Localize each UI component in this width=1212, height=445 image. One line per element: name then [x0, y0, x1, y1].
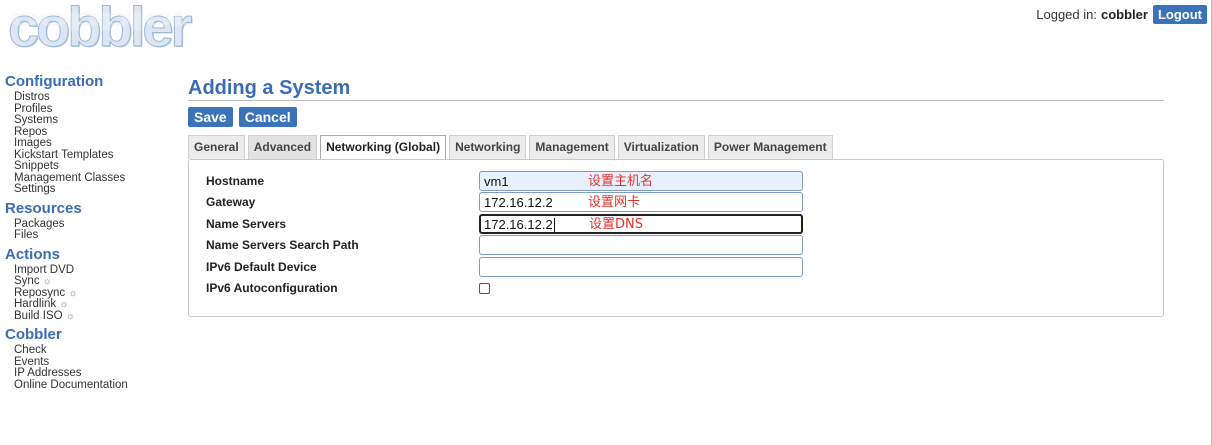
networking-global-form: Hostname vm1 设置主机名 Gateway 172.16.12.2 设…	[206, 170, 803, 299]
sidebar-heading: Actions	[5, 245, 61, 263]
save-button[interactable]: Save	[188, 107, 233, 127]
tab-general[interactable]: General	[188, 135, 245, 159]
tab-networking-global[interactable]: Networking (Global)	[320, 135, 447, 159]
tab-advanced[interactable]: Advanced	[247, 135, 318, 159]
sidebar-heading: Resources	[5, 199, 82, 217]
sidebar-item-label: Sync	[14, 275, 40, 287]
ipv6-default-device-label: IPv6 Default Device	[206, 259, 317, 274]
sidebar-item-systems[interactable]: Systems	[14, 114, 175, 127]
hostname-label: Hostname	[206, 173, 265, 188]
sidebar-item-label: Build ISO	[14, 309, 63, 322]
form-row-search-path: Name Servers Search Path	[206, 235, 803, 257]
search-path-input[interactable]	[479, 235, 803, 256]
form-row-ipv6-default-device: IPv6 Default Device	[206, 256, 803, 278]
cancel-button[interactable]: Cancel	[238, 107, 297, 127]
tab-virtualization[interactable]: Virtualization	[617, 135, 705, 159]
sun-icon: ☼	[42, 276, 52, 287]
sidebar-item-snippets[interactable]: Snippets	[14, 160, 175, 173]
title-divider	[188, 100, 1164, 101]
sidebar-section-configuration: Configuration Distros Profiles Systems R…	[5, 73, 175, 196]
logo-reflection: cobbler	[8, 7, 190, 36]
name-servers-input[interactable]: 172.16.12.2 设置DNS	[479, 213, 803, 234]
tab-networking[interactable]: Networking	[449, 135, 527, 159]
gateway-label: Gateway	[206, 195, 256, 210]
sidebar-heading: Configuration	[5, 73, 104, 90]
hostname-value: vm1	[484, 173, 509, 189]
action-buttons: Save Cancel	[188, 107, 1164, 127]
login-area: Logged in: cobbler Logout	[1036, 5, 1207, 24]
text-caret	[553, 218, 555, 233]
sidebar-section-resources: Resources Packages Files	[5, 200, 175, 242]
logout-button[interactable]: Logout	[1152, 5, 1207, 24]
sidebar-item-ip-addresses[interactable]: IP Addresses	[14, 367, 175, 380]
form-row-hostname: Hostname vm1 设置主机名	[206, 170, 803, 192]
sidebar-section-cobbler: Cobbler Check Events IP Addresses Online…	[5, 326, 175, 391]
tab-management[interactable]: Management	[529, 135, 615, 159]
sidebar-item-distros[interactable]: Distros	[14, 91, 175, 104]
sun-icon: ☼	[65, 310, 75, 322]
search-path-label: Name Servers Search Path	[206, 238, 359, 253]
sidebar-section-actions: Actions Import DVD Sync ☼ Reposync ☼ Har…	[5, 246, 175, 323]
sun-icon: ☼	[68, 287, 78, 299]
sidebar-item-files[interactable]: Files	[14, 229, 175, 242]
gateway-input[interactable]: 172.16.12.2 设置网卡	[479, 192, 803, 213]
ipv6-default-device-input[interactable]	[479, 256, 803, 277]
page-title: Adding a System	[188, 77, 351, 99]
tab-panel: Hostname vm1 设置主机名 Gateway 172.16.12.2 设…	[188, 159, 1164, 317]
sidebar-item-build-iso[interactable]: Build ISO ☼	[14, 309, 175, 323]
hostname-annotation: 设置主机名	[588, 173, 654, 189]
sidebar-item-label: Hardlink	[14, 298, 57, 310]
gateway-value: 172.16.12.2	[484, 195, 553, 211]
ipv6-autoconfiguration-checkbox[interactable]	[479, 282, 490, 294]
name-servers-value: 172.16.12.2	[484, 216, 553, 232]
gateway-annotation: 设置网卡	[588, 195, 641, 211]
form-row-name-servers: Name Servers 172.16.12.2 设置DNS	[206, 213, 803, 235]
form-row-ipv6-autoconfiguration: IPv6 Autoconfiguration	[206, 278, 803, 300]
sidebar-item-check[interactable]: Check	[14, 344, 175, 357]
form-row-gateway: Gateway 172.16.12.2 设置网卡	[206, 192, 803, 214]
tab-bar: General Advanced Networking (Global) Net…	[188, 135, 1164, 159]
sun-icon: ☼	[59, 299, 69, 310]
logged-in-username: cobbler	[1100, 7, 1148, 22]
sidebar-item-label: Reposync	[14, 286, 66, 299]
main-content: Adding a System Save Cancel General Adva…	[188, 76, 1164, 317]
sidebar-item-online-documentation[interactable]: Online Documentation	[14, 379, 175, 392]
name-servers-annotation: 设置DNS	[589, 216, 643, 232]
cobbler-logo[interactable]: cobbler cobbler	[7, 0, 192, 66]
sidebar-heading: Cobbler	[5, 326, 62, 343]
sidebar: Configuration Distros Profiles Systems R…	[5, 73, 175, 395]
hostname-input[interactable]: vm1 设置主机名	[479, 170, 803, 191]
name-servers-label: Name Servers	[206, 216, 287, 231]
ipv6-autoconfiguration-label: IPv6 Autoconfiguration	[206, 281, 338, 296]
sidebar-item-settings[interactable]: Settings	[14, 183, 175, 196]
sidebar-item-packages[interactable]: Packages	[14, 218, 175, 231]
sidebar-item-images[interactable]: Images	[14, 137, 175, 150]
tab-power-management[interactable]: Power Management	[707, 135, 833, 159]
logged-in-label: Logged in:	[1036, 7, 1097, 22]
